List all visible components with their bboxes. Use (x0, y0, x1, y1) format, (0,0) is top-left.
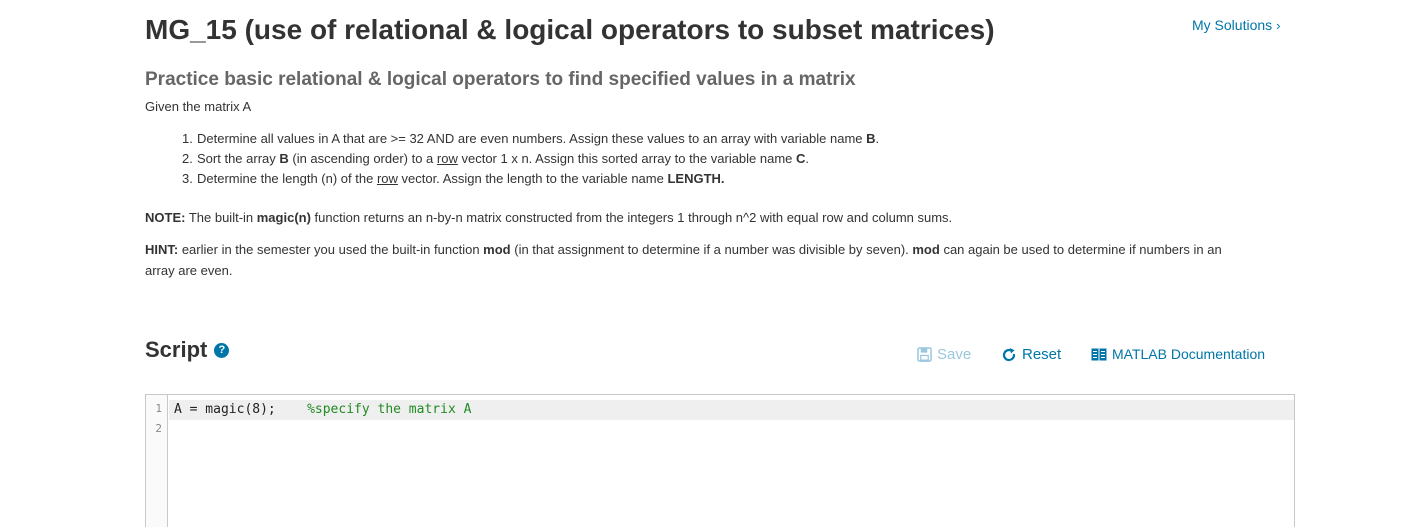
step-var: B (866, 131, 876, 146)
step-text: . (875, 131, 880, 146)
given-text: Given the matrix A (145, 99, 252, 114)
my-solutions-link[interactable]: My Solutions › (1192, 17, 1281, 33)
hint-text: earlier in the semester you used the bui… (178, 242, 484, 257)
refresh-icon (1002, 347, 1016, 361)
save-button[interactable]: Save (917, 346, 971, 363)
doc-label: MATLAB Documentation (1112, 346, 1266, 362)
step-item: 2. Sort the array B (in ascending order) … (182, 149, 879, 169)
step-underline: row (436, 151, 458, 166)
hint-label: HINT: (145, 242, 179, 257)
step-number: 3. (182, 171, 193, 186)
note-function: magic(n) (256, 210, 311, 225)
code-line[interactable]: A = magic(8); %specify the matrix A (174, 402, 471, 417)
step-text: (in ascending order) to a (288, 151, 437, 166)
problem-subtitle: Practice basic relational & logical oper… (145, 69, 856, 90)
step-number: 2. (182, 151, 193, 166)
line-number-gutter: 1 2 (146, 395, 168, 527)
step-item: 1. Determine all values in A that are >= … (182, 129, 880, 149)
step-underline: row (376, 171, 398, 186)
step-text: Determine all values in A that are >= 32… (197, 131, 867, 146)
code-editor[interactable]: 1 2 A = magic(8); %specify the matrix A (145, 394, 1295, 527)
steps-list: 1. Determine all values in A that are >= … (182, 129, 880, 189)
note-label: NOTE: (145, 210, 186, 225)
step-item: 3. Determine the length (n) of the row ve… (182, 169, 879, 189)
step-number: 1. (182, 131, 193, 146)
note-paragraph: NOTE: The built-in magic(n) function ret… (145, 210, 952, 225)
hint-function: mod (912, 242, 940, 257)
line-number: 2 (155, 422, 162, 435)
save-label: Save (937, 346, 972, 363)
matlab-documentation-link[interactable]: MATLAB Documentation (1091, 346, 1265, 362)
my-solutions-label: My Solutions (1192, 17, 1273, 33)
code-comment: %specify the matrix A (307, 402, 472, 417)
problem-page: MG_15 (use of relational & logical opera… (0, 0, 1426, 527)
step-text: Sort the array (197, 151, 280, 166)
step-var: C (796, 151, 806, 166)
step-text: vector 1 x n. Assign this sorted array t… (457, 151, 797, 166)
reset-label: Reset (1022, 346, 1062, 363)
reset-button[interactable]: Reset (1001, 346, 1061, 363)
step-var: LENGTH. (667, 171, 725, 186)
step-text: Determine the length (n) of the (197, 171, 377, 186)
step-text: . (805, 151, 810, 166)
step-var: B (279, 151, 289, 166)
page-title: MG_15 (use of relational & logical opera… (145, 14, 995, 45)
floppy-disk-icon (917, 347, 932, 362)
book-icon (1091, 348, 1107, 360)
note-text: The built-in (185, 210, 257, 225)
question-circle-icon[interactable]: ? (214, 342, 230, 358)
hint-paragraph: HINT: earlier in the semester you used t… (145, 239, 1245, 281)
line-number: 1 (155, 402, 162, 415)
hint-text: (in that assignment to determine if a nu… (510, 242, 913, 257)
code-text: A = magic(8); (174, 402, 308, 417)
chevron-right-icon: › (1276, 18, 1281, 33)
note-text: function returns an n-by-n matrix constr… (310, 210, 953, 225)
step-text: vector. Assign the length to the variabl… (397, 171, 668, 186)
script-heading: Script ? (145, 337, 230, 363)
script-heading-label: Script (145, 337, 208, 362)
hint-function: mod (483, 242, 511, 257)
